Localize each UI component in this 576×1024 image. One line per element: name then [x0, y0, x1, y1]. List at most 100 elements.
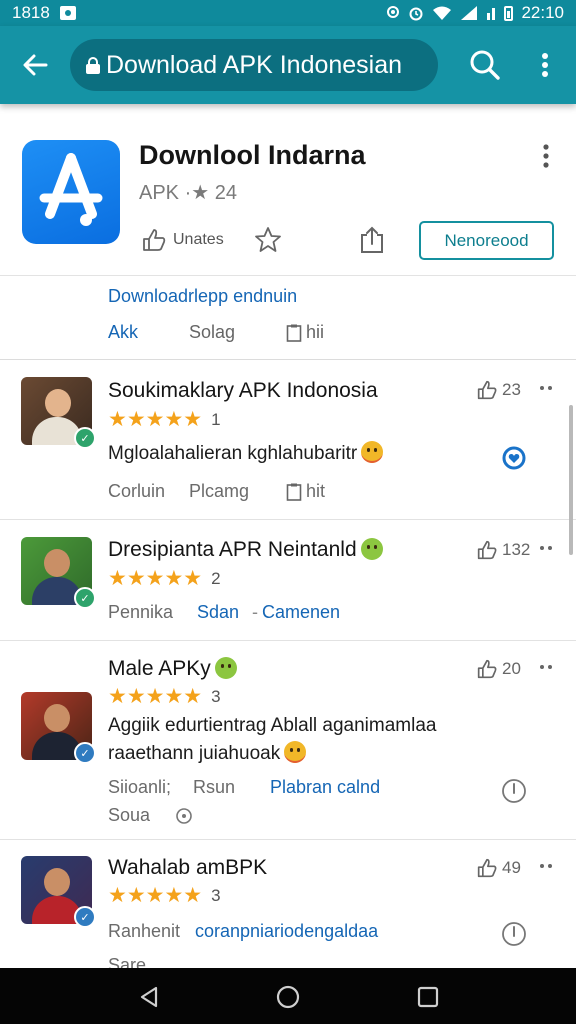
review-action-2[interactable]: Rsun	[193, 777, 235, 798]
square-recents-icon	[417, 986, 439, 1008]
triangle-back-icon	[140, 986, 158, 1008]
review-title: Wahalab amBPK	[108, 856, 268, 879]
stars: ★★★★★	[108, 685, 203, 708]
header-more-button[interactable]	[534, 142, 558, 170]
review-action-1[interactable]: Ranhenit	[108, 921, 180, 942]
like-count: 20	[502, 659, 521, 678]
app-store-logo[interactable]	[22, 140, 120, 244]
report-button[interactable]	[501, 921, 527, 952]
review-more-button[interactable]	[538, 860, 554, 878]
app-meta: APK ·★ 24	[139, 182, 237, 204]
nav-home-button[interactable]	[273, 982, 303, 1012]
back-button[interactable]	[0, 26, 70, 104]
rating-stars: ★★★★★ 1	[108, 407, 221, 432]
review-action-2[interactable]: Sdan	[197, 602, 239, 623]
install-button[interactable]: Nenoreood	[419, 221, 554, 260]
review-action-3-label: hit	[306, 481, 326, 501]
nav-recents-button[interactable]	[413, 982, 443, 1012]
alert-circle-icon	[502, 922, 526, 946]
overflow-menu-button[interactable]	[528, 46, 562, 84]
search-button[interactable]	[466, 46, 504, 84]
verified-icon: ✓	[74, 742, 96, 764]
circle-home-icon	[276, 985, 300, 1009]
sick-emoji-icon	[214, 657, 237, 679]
thumb-up-icon	[143, 229, 166, 251]
rating-count: 3	[211, 885, 221, 905]
location-icon	[387, 6, 400, 18]
heart-icon	[502, 446, 526, 470]
more-horiz-icon	[540, 386, 552, 390]
battery-icon	[504, 5, 514, 21]
more-vert-icon	[542, 53, 548, 77]
avatar[interactable]: ✓	[21, 377, 96, 449]
review-action-3[interactable]: Plabran calnd	[270, 777, 380, 798]
more-horiz-icon	[540, 665, 552, 669]
review-action-1[interactable]: Pennika	[108, 602, 173, 623]
alert-circle-icon	[502, 779, 526, 803]
like-button[interactable]: 49	[476, 858, 521, 878]
thumb-up-icon	[477, 540, 497, 560]
review-item[interactable]: ✓ Dresipianta APR Neintanld ★★★★★ 2 132 …	[0, 520, 576, 641]
reply-icon	[176, 807, 192, 824]
review-item[interactable]: ✓ Male APKy ★★★★★ 3 Aggiik edurtientrag …	[0, 641, 576, 840]
star-outline-icon	[255, 227, 281, 252]
share-icon	[361, 226, 383, 253]
stars: ★★★★★	[108, 884, 203, 907]
review-action-3-label: Camenen	[262, 602, 341, 622]
review-item[interactable]: ✓ Wahalab amBPK ★★★★★ 3 49 Ranhenit cora…	[0, 840, 576, 975]
heart-button[interactable]	[502, 446, 526, 475]
nav-back-button[interactable]	[134, 982, 164, 1012]
tab-akk[interactable]: Akk	[108, 322, 138, 343]
review-action-3[interactable]: - Camenen	[252, 602, 340, 623]
info-section: Downloadrlepp endnuin Akk Solag hii	[0, 276, 576, 360]
review-action-3[interactable]: hit	[286, 481, 325, 502]
report-button[interactable]	[501, 778, 527, 809]
like-button[interactable]: 20	[476, 659, 521, 679]
review-more-button[interactable]	[538, 661, 554, 679]
clipboard-icon	[286, 483, 302, 501]
review-action-1[interactable]: Corluin	[108, 481, 165, 502]
review-action-4[interactable]: Soua	[108, 805, 194, 826]
gallery-notification-icon	[59, 6, 76, 20]
scrollbar[interactable]	[569, 405, 573, 555]
app-bar: Download APK Indonesian	[0, 26, 576, 104]
download-link[interactable]: Downloadrlepp endnuin	[108, 286, 297, 307]
favorite-button[interactable]	[254, 226, 282, 253]
app-title: Downlool Indarna	[139, 140, 366, 170]
tab-solag[interactable]: Solag	[189, 322, 235, 343]
avatar[interactable]: ✓	[21, 856, 96, 928]
review-more-button[interactable]	[538, 542, 554, 560]
system-nav-bar	[0, 968, 576, 1024]
like-button[interactable]: 132	[476, 540, 530, 560]
alarm-icon	[409, 7, 423, 21]
signal-icon	[461, 6, 478, 20]
dash-separator: -	[252, 602, 258, 622]
review-action-2[interactable]: Plcamg	[189, 481, 249, 502]
stars: ★★★★★	[108, 408, 203, 431]
avatar[interactable]: ✓	[21, 537, 96, 609]
rating-stars: ★★★★★ 2	[108, 566, 221, 591]
review-body-text: raaethann juiahuoak	[108, 743, 281, 764]
like-button[interactable]: 23	[476, 380, 521, 400]
lock-icon	[86, 57, 100, 74]
review-more-button[interactable]	[538, 382, 554, 400]
verified-icon: ✓	[74, 427, 96, 449]
review-title-text: Male APKy	[108, 657, 211, 680]
address-bar[interactable]: Download APK Indonesian	[70, 39, 438, 91]
review-title-text: Dresipianta APR Neintanld	[108, 538, 357, 561]
app-store-icon	[39, 153, 103, 226]
more-horiz-icon	[540, 864, 552, 868]
like-count: 132	[502, 540, 531, 559]
share-button[interactable]	[359, 225, 385, 255]
review-item[interactable]: ✓ Soukimaklary APK Indonosia ★★★★★ 1 Mgl…	[0, 360, 576, 520]
review-action-2[interactable]: coranpniariodengaldaa	[195, 921, 378, 942]
avatar[interactable]: ✓	[21, 692, 96, 764]
like-count: 23	[502, 380, 521, 399]
smile-emoji-icon	[284, 741, 307, 763]
updates-button[interactable]: Unates	[141, 228, 224, 252]
search-icon	[470, 50, 500, 80]
review-action-1[interactable]: Siioanli;	[108, 777, 171, 798]
sick-emoji-icon	[360, 538, 383, 560]
rating-count: 1	[211, 409, 221, 429]
tab-hii[interactable]: hii	[286, 322, 324, 343]
